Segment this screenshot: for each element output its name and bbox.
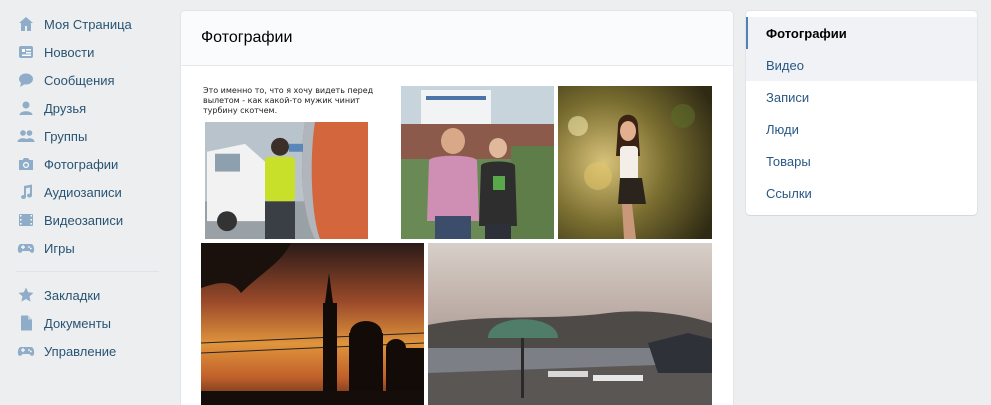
menu-item-people[interactable]: Люди: [746, 113, 977, 145]
nav-item-manage[interactable]: Управление: [10, 337, 165, 365]
menu-item-posts[interactable]: Записи: [746, 81, 977, 113]
photo-thumbnail-woman-field[interactable]: [558, 86, 712, 239]
nav-item-label: Видеозаписи: [44, 212, 124, 228]
photo-thumbnail-meme[interactable]: Это именно то, что я хочу видеть перед в…: [201, 86, 398, 239]
music-icon: [16, 183, 36, 201]
nav-divider: [16, 271, 159, 272]
menu-item-goods[interactable]: Товары: [746, 145, 977, 177]
nav-item-groups[interactable]: Группы: [10, 122, 165, 150]
photo-thumbnail-beach[interactable]: [428, 243, 712, 405]
menu-item-photos[interactable]: Фотографии: [746, 17, 977, 49]
nav-item-label: Игры: [44, 240, 75, 256]
document-icon: [16, 314, 36, 332]
messages-icon: [16, 71, 36, 89]
nav-item-label: Сообщения: [44, 72, 115, 88]
news-icon: [16, 43, 36, 61]
nav-item-label: Новости: [44, 44, 95, 60]
home-icon: [16, 15, 36, 33]
nav-item-games[interactable]: Игры: [10, 234, 165, 262]
star-icon: [16, 286, 36, 304]
nav-item-my-page[interactable]: Моя Страница: [10, 10, 165, 38]
nav-item-label: Документы: [44, 315, 112, 331]
nav-item-label: Фотографии: [44, 156, 119, 172]
gamepad-icon: [16, 239, 36, 257]
menu-item-video[interactable]: Видео: [746, 49, 977, 81]
groups-icon: [16, 127, 36, 145]
nav-item-friends[interactable]: Друзья: [10, 94, 165, 122]
nav-item-video[interactable]: Видеозаписи: [10, 206, 165, 234]
nav-item-news[interactable]: Новости: [10, 38, 165, 66]
video-icon: [16, 211, 36, 229]
page-title: Фотографии: [181, 11, 733, 66]
camera-icon: [16, 155, 36, 173]
photo-thumbnail-two-men[interactable]: [401, 86, 554, 239]
menu-item-links[interactable]: Ссылки: [746, 177, 977, 209]
nav-item-label: Группы: [44, 128, 88, 144]
nav-item-photos[interactable]: Фотографии: [10, 150, 165, 178]
nav-item-documents[interactable]: Документы: [10, 309, 165, 337]
nav-item-label: Аудиозаписи: [44, 184, 122, 200]
nav-item-audio[interactable]: Аудиозаписи: [10, 178, 165, 206]
gamepad-icon: [16, 342, 36, 360]
meme-caption: Это именно то, что я хочу видеть перед в…: [203, 86, 374, 115]
photo-thumbnail-church-sunset[interactable]: [201, 243, 424, 405]
left-navigation: Моя Страница Новости Сообщения Друзья Гр…: [10, 10, 165, 365]
nav-item-messages[interactable]: Сообщения: [10, 66, 165, 94]
photos-card: Фотографии Это именно то, что я хочу вид…: [181, 11, 733, 405]
nav-item-label: Моя Страница: [44, 16, 132, 32]
section-menu: Фотографии Видео Записи Люди Товары Ссыл…: [746, 11, 977, 215]
nav-item-label: Друзья: [44, 100, 87, 116]
nav-item-label: Управление: [44, 343, 117, 359]
friends-icon: [16, 99, 36, 117]
nav-item-label: Закладки: [44, 287, 101, 303]
nav-item-bookmarks[interactable]: Закладки: [10, 281, 165, 309]
